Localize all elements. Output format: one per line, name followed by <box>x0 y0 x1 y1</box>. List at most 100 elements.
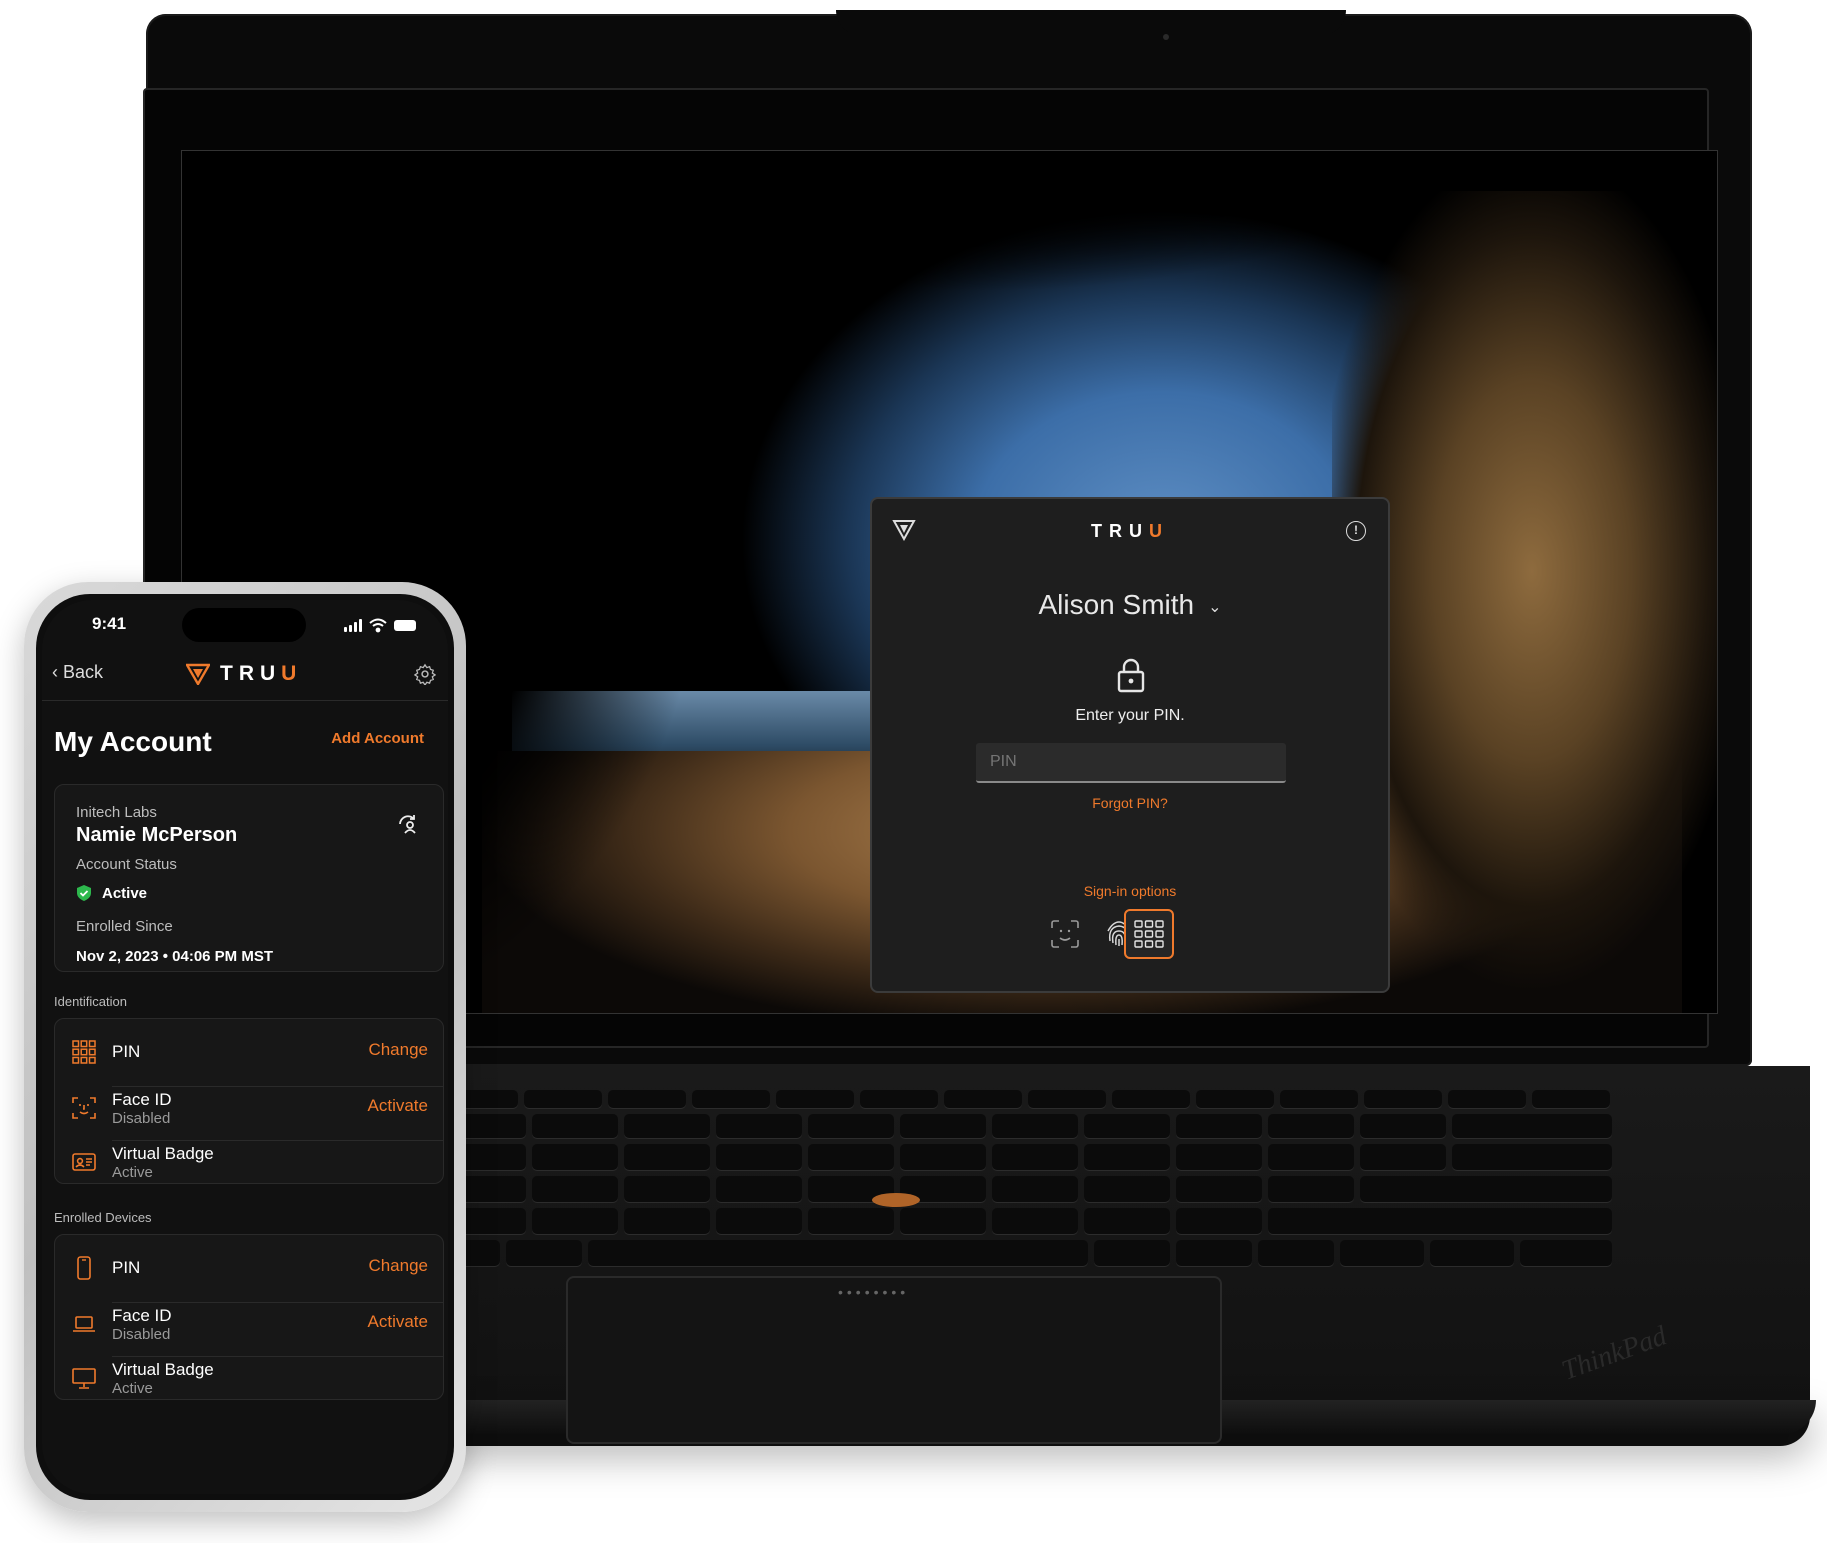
identification-row-virtual-badge[interactable]: Virtual Badge Active <box>54 1130 444 1194</box>
laptop-icon <box>73 1316 95 1332</box>
key[interactable] <box>1268 1176 1354 1202</box>
key[interactable] <box>992 1208 1078 1234</box>
activate-face-id-button[interactable]: Activate <box>368 1096 428 1116</box>
pin-input[interactable] <box>976 743 1286 783</box>
key[interactable] <box>860 1090 938 1108</box>
info-icon[interactable]: ! <box>1346 521 1366 541</box>
face-scan-icon <box>1051 920 1079 948</box>
key[interactable] <box>1176 1176 1262 1202</box>
chevron-down-icon: ⌄ <box>1208 598 1222 616</box>
fingerprint-reader-key[interactable] <box>1258 1240 1334 1266</box>
row-status: Active <box>112 1164 153 1181</box>
activate-device-face-id-button[interactable]: Activate <box>368 1312 428 1332</box>
key[interactable] <box>1112 1090 1190 1108</box>
key[interactable] <box>716 1114 802 1138</box>
key[interactable] <box>900 1208 986 1234</box>
key[interactable] <box>1196 1090 1274 1108</box>
enrolled-since-label: Enrolled Since <box>76 918 173 935</box>
key[interactable] <box>1084 1114 1170 1138</box>
key[interactable] <box>716 1144 802 1170</box>
key[interactable] <box>624 1114 710 1138</box>
key[interactable] <box>1360 1114 1446 1138</box>
back-label: Back <box>63 662 104 682</box>
change-pin-button[interactable]: Change <box>368 1040 428 1060</box>
key[interactable] <box>1280 1090 1358 1108</box>
touchpad[interactable] <box>566 1276 1222 1444</box>
trackpoint[interactable] <box>872 1193 920 1207</box>
key[interactable] <box>808 1208 894 1234</box>
key[interactable] <box>716 1176 802 1202</box>
key[interactable] <box>1176 1208 1262 1234</box>
key[interactable] <box>1084 1208 1170 1234</box>
key[interactable] <box>992 1144 1078 1170</box>
key[interactable] <box>1084 1176 1170 1202</box>
key[interactable] <box>1430 1240 1514 1266</box>
touchpad-dots: •••••••• <box>838 1284 910 1300</box>
forgot-pin-link[interactable]: Forgot PIN? <box>872 795 1388 811</box>
key[interactable] <box>1364 1090 1442 1108</box>
row-name: Face ID <box>112 1090 172 1109</box>
row-name: PIN <box>112 1258 141 1277</box>
key[interactable] <box>1176 1240 1252 1266</box>
key[interactable] <box>900 1114 986 1138</box>
key[interactable] <box>524 1090 602 1108</box>
device-row-virtual-badge[interactable]: Virtual Badge Active <box>54 1346 444 1410</box>
account-org: Initech Labs <box>76 804 157 821</box>
truu-logo-icon <box>186 663 210 685</box>
shift-key[interactable] <box>1268 1208 1612 1234</box>
page-title: My Account <box>54 726 212 757</box>
key[interactable] <box>1452 1144 1612 1170</box>
row-status: Disabled <box>112 1326 171 1343</box>
key[interactable] <box>506 1240 582 1266</box>
key[interactable] <box>808 1144 894 1170</box>
key[interactable] <box>624 1208 710 1234</box>
switch-account-icon[interactable] <box>396 812 420 836</box>
device-row-pin[interactable]: PIN Change <box>54 1236 444 1300</box>
key[interactable] <box>608 1090 686 1108</box>
key[interactable] <box>1084 1144 1170 1170</box>
face-scan-option[interactable] <box>1040 909 1090 959</box>
identification-row-pin[interactable]: PIN Change <box>54 1020 444 1084</box>
pin-option[interactable] <box>1124 909 1174 959</box>
sign-in-options-label: Sign-in options <box>1083 883 1177 899</box>
account-name: Namie McPerson <box>76 824 238 846</box>
enrolled-since-value: Nov 2, 2023 • 04:06 PM MST <box>76 948 273 965</box>
gear-icon[interactable] <box>414 663 436 685</box>
user-selector[interactable]: Alison Smith ⌄ <box>872 589 1388 621</box>
key[interactable] <box>532 1176 618 1202</box>
key[interactable] <box>776 1090 854 1108</box>
backspace-key[interactable] <box>1452 1114 1612 1138</box>
key[interactable] <box>532 1114 618 1138</box>
key[interactable] <box>1532 1090 1610 1108</box>
key[interactable] <box>692 1090 770 1108</box>
key[interactable] <box>1028 1090 1106 1108</box>
spacebar-key[interactable] <box>588 1240 1088 1266</box>
key[interactable] <box>1176 1114 1262 1138</box>
dynamic-island <box>182 608 306 642</box>
add-account-button[interactable]: Add Account <box>331 730 424 747</box>
change-device-pin-button[interactable]: Change <box>368 1256 428 1276</box>
key[interactable] <box>624 1144 710 1170</box>
enter-key[interactable] <box>1360 1176 1612 1202</box>
key[interactable] <box>1520 1240 1612 1266</box>
key[interactable] <box>716 1208 802 1234</box>
back-button[interactable]: ‹ Back <box>52 662 103 683</box>
key[interactable] <box>1360 1144 1446 1170</box>
key[interactable] <box>900 1144 986 1170</box>
key[interactable] <box>992 1176 1078 1202</box>
key[interactable] <box>1176 1144 1262 1170</box>
key[interactable] <box>1448 1090 1526 1108</box>
key[interactable] <box>992 1114 1078 1138</box>
key[interactable] <box>532 1144 618 1170</box>
key[interactable] <box>1340 1240 1424 1266</box>
key[interactable] <box>1268 1144 1354 1170</box>
keypad-icon <box>72 1040 96 1064</box>
key[interactable] <box>808 1114 894 1138</box>
key[interactable] <box>1094 1240 1170 1266</box>
key[interactable] <box>944 1090 1022 1108</box>
key[interactable] <box>1268 1114 1354 1138</box>
lock-icon <box>1117 658 1145 693</box>
account-status-label: Account Status <box>76 856 177 873</box>
key[interactable] <box>624 1176 710 1202</box>
key[interactable] <box>532 1208 618 1234</box>
